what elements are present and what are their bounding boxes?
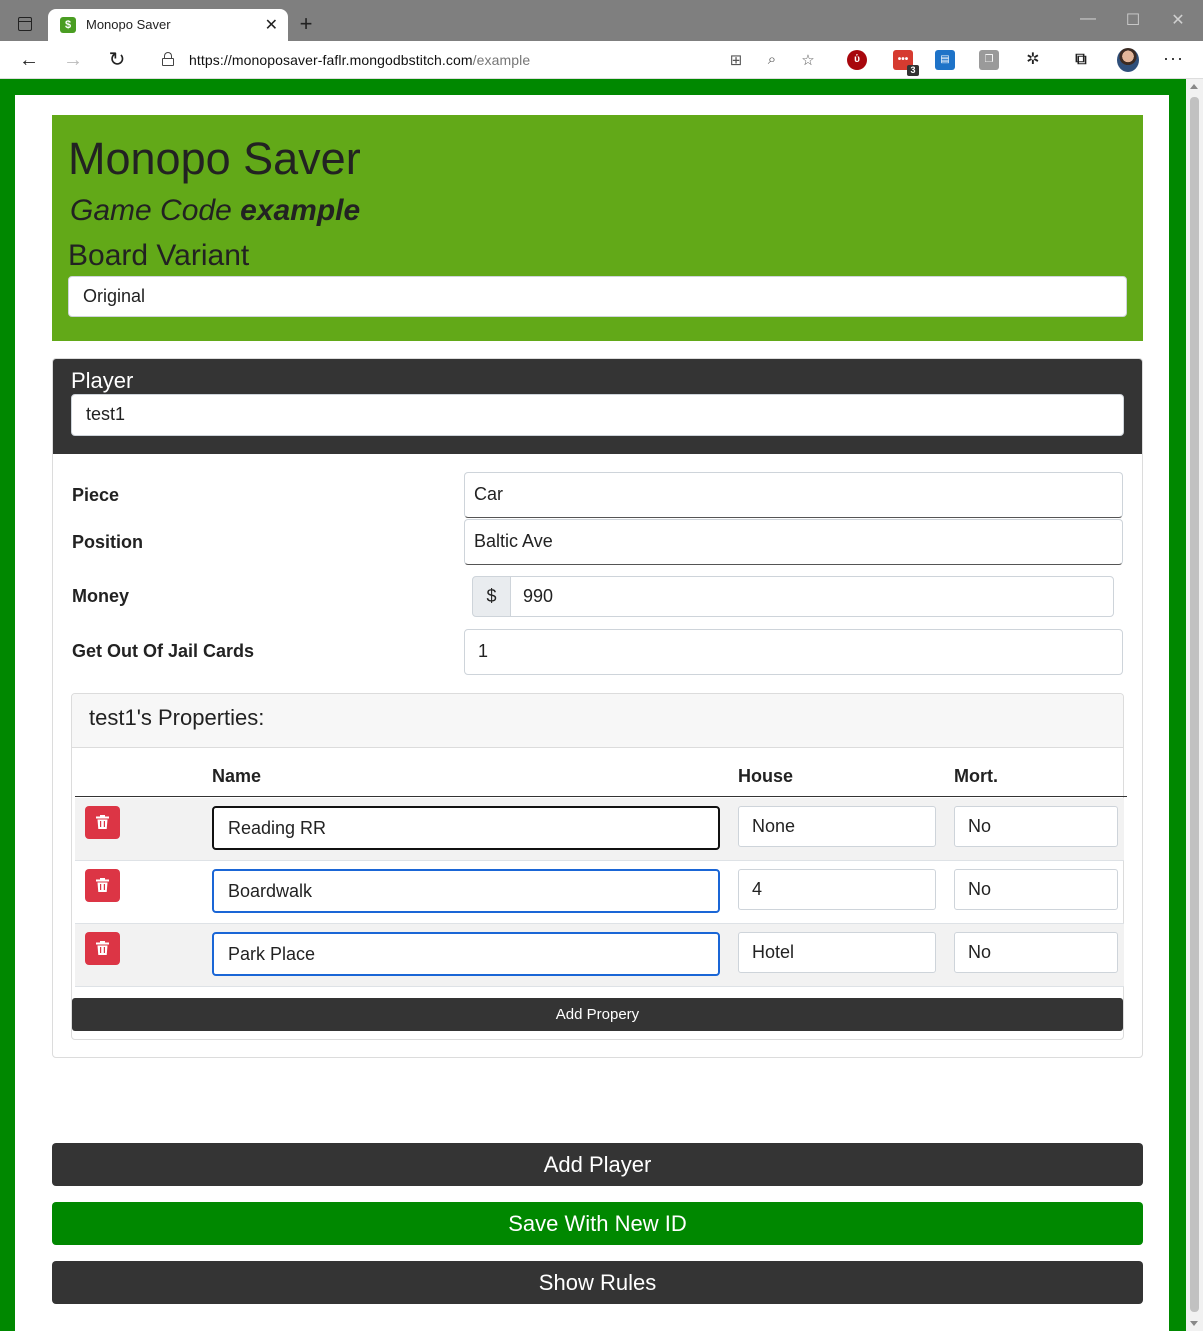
property-name-input[interactable]: Boardwalk <box>212 869 720 913</box>
board-variant-label: Board Variant <box>68 239 250 272</box>
new-tab-icon[interactable]: + <box>294 10 318 38</box>
property-house-select[interactable]: None <box>738 806 936 847</box>
zoom-icon[interactable]: ⌕ <box>762 51 782 68</box>
browser-titlebar: $ Monopo Saver ✕ + — ☐ ✕ <box>0 0 1203 41</box>
position-select[interactable]: Baltic Ave <box>464 519 1123 565</box>
player-card: Player test1 Piece Car Position Baltic A… <box>52 358 1143 1058</box>
column-house-header: House <box>738 766 794 786</box>
game-code-value: example <box>240 194 361 227</box>
show-rules-button[interactable]: Show Rules <box>52 1261 1143 1304</box>
page-scrollbar[interactable] <box>1186 79 1203 1331</box>
settings-menu-icon[interactable]: ··· <box>1163 48 1184 69</box>
add-player-button[interactable]: Add Player <box>52 1143 1143 1186</box>
column-mort-header: Mort. <box>954 766 998 786</box>
money-input[interactable]: 990 <box>510 576 1114 617</box>
reader-extension-icon[interactable]: ▤ <box>935 50 955 70</box>
game-code: Game Code example <box>70 194 361 227</box>
trash-icon <box>96 815 109 829</box>
trash-icon <box>96 941 109 955</box>
tab-actions-icon[interactable] <box>10 10 40 38</box>
delete-property-button[interactable] <box>85 806 120 839</box>
app-header: Monopo Saver Game Code example Board Var… <box>52 115 1143 341</box>
delete-property-button[interactable] <box>85 932 120 965</box>
piece-select[interactable]: Car <box>464 472 1123 518</box>
tab-title: Monopo Saver <box>86 17 171 32</box>
position-label: Position <box>72 532 143 552</box>
property-mortgage-select[interactable]: No <box>954 869 1118 910</box>
money-currency-addon: $ <box>472 576 511 617</box>
refresh-icon[interactable]: ↻ <box>104 48 130 72</box>
property-house-select[interactable]: 4 <box>738 869 936 910</box>
scrollbar-thumb[interactable] <box>1190 97 1199 1312</box>
properties-title: test1's Properties: <box>89 705 265 730</box>
property-mortgage-select[interactable]: No <box>954 806 1118 847</box>
browser-tab[interactable]: $ Monopo Saver ✕ <box>48 9 288 41</box>
save-new-id-button[interactable]: Save With New ID <box>52 1202 1143 1245</box>
column-name-header: Name <box>212 766 262 786</box>
player-name-input[interactable]: test1 <box>71 394 1124 436</box>
forward-icon[interactable]: → <box>60 48 86 72</box>
app-title: Monopo Saver <box>68 133 361 184</box>
jail-cards-input[interactable]: 1 <box>464 629 1123 675</box>
scroll-down-icon[interactable] <box>1190 1321 1198 1326</box>
tab-close-icon[interactable]: ✕ <box>265 15 278 35</box>
profile-avatar[interactable] <box>1117 48 1139 72</box>
close-window-icon[interactable]: ✕ <box>1168 10 1188 30</box>
add-property-button[interactable]: Add Propery <box>72 998 1123 1031</box>
scroll-up-icon[interactable] <box>1190 84 1198 89</box>
money-label: Money <box>72 586 130 606</box>
jail-cards-label: Get Out Of Jail Cards <box>72 641 255 661</box>
board-variant-select[interactable]: Original <box>68 276 1127 317</box>
property-row: Reading RR None No <box>75 798 1124 861</box>
trash-icon <box>96 878 109 892</box>
property-row: Park Place Hotel No <box>75 924 1124 987</box>
url-field[interactable]: https://monoposaver-faflr.mongodbstitch.… <box>146 46 829 74</box>
minimize-icon[interactable]: — <box>1078 10 1098 28</box>
delete-property-button[interactable] <box>85 869 120 902</box>
ublock-icon[interactable]: ὑ <box>847 50 867 70</box>
property-name-input[interactable]: Reading RR <box>212 806 720 850</box>
collections-icon[interactable]: ⧉ <box>1071 50 1091 70</box>
property-name-input[interactable]: Park Place <box>212 932 720 976</box>
player-label: Player <box>71 368 134 393</box>
address-bar: ← → ↻ https://monoposaver-faflr.mongodbs… <box>0 41 1203 79</box>
player-card-header: Player test1 <box>53 359 1142 454</box>
properties-panel: test1's Properties: Name House Mort. Rea… <box>71 693 1127 1040</box>
table-header-divider <box>75 796 1127 797</box>
collections-extension-icon[interactable]: ❐ <box>979 50 999 70</box>
favorite-add-icon[interactable]: ☆ <box>798 51 818 69</box>
page-viewport: Monopo Saver Game Code example Board Var… <box>0 79 1186 1331</box>
url-text: https://monoposaver-faflr.mongodbstitch.… <box>189 52 531 68</box>
property-row: Boardwalk 4 No <box>75 861 1124 924</box>
maximize-icon[interactable]: ☐ <box>1123 10 1143 30</box>
piece-label: Piece <box>72 485 120 505</box>
property-mortgage-select[interactable]: No <box>954 932 1118 973</box>
property-house-select[interactable]: Hotel <box>738 932 936 973</box>
favicon-icon: $ <box>60 17 76 33</box>
extensions-icon[interactable]: ✲ <box>1023 50 1043 70</box>
app-available-icon[interactable]: ⊞ <box>726 51 746 69</box>
properties-header: test1's Properties: <box>72 694 1123 748</box>
lock-icon[interactable] <box>162 52 174 66</box>
back-icon[interactable]: ← <box>16 48 42 72</box>
page-container: Monopo Saver Game Code example Board Var… <box>15 95 1169 1331</box>
money-input-group: $ 990 <box>472 576 1115 618</box>
extension-badge-icon[interactable]: ••• 3 <box>893 50 919 76</box>
